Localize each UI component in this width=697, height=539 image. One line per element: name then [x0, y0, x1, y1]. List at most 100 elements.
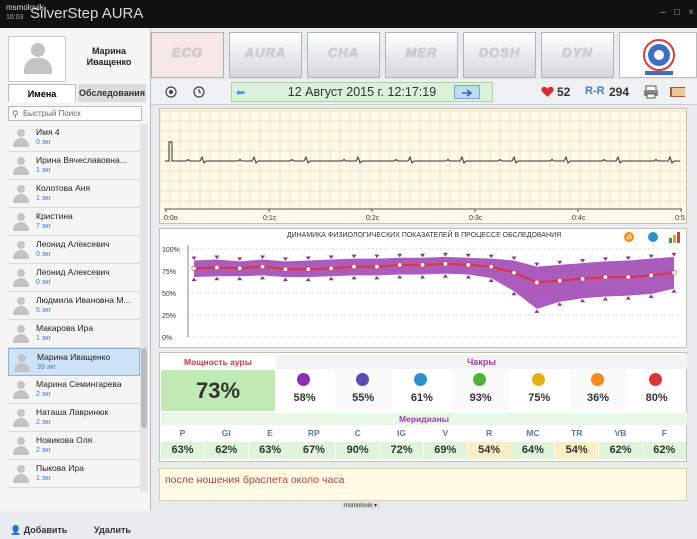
om-icon[interactable]: ॐ: [622, 231, 636, 243]
aura-power-label: Мощность ауры: [184, 357, 252, 367]
delete-button[interactable]: Удалить: [94, 521, 131, 539]
dyn-lower-marker: [625, 296, 631, 300]
title-bar: msmolovik 16:03 SilverStep AURA – □ ×: [0, 0, 697, 28]
dyn-point: [442, 261, 448, 267]
prev-record-arrow-icon[interactable]: ⬅: [236, 86, 245, 99]
maximize-icon[interactable]: □: [672, 8, 682, 18]
patient-avatar-icon: [12, 353, 32, 373]
patient-row[interactable]: Пыкова Ира 1 экг: [8, 460, 140, 488]
toolbar: ⬅ 12 Август 2015 г. 12:17:19 52 R-R 294: [151, 80, 697, 105]
patient-row[interactable]: Леонид Алексевич 0 экг: [8, 264, 140, 292]
dyn-y-tick-label: 100%: [162, 247, 180, 254]
tab-ecg[interactable]: ECG: [151, 32, 224, 78]
meridian-value: 90%: [336, 442, 380, 459]
bar-chart-icon[interactable]: [668, 231, 682, 243]
patient-list-scrollbar[interactable]: [140, 124, 148, 491]
tab-dyn[interactable]: DYN: [541, 32, 614, 78]
chakra-value: 55%: [352, 392, 375, 404]
dyn-upper-marker: [534, 262, 540, 267]
dyn-lower-marker: [488, 278, 494, 283]
add-button[interactable]: 👤 Добавить: [10, 521, 67, 539]
book-icon[interactable]: [669, 85, 687, 99]
dyn-point: [648, 272, 654, 278]
print-icon[interactable]: [643, 85, 659, 99]
dyn-upper-marker: [488, 254, 494, 259]
patient-row[interactable]: Кристина 7 экг: [8, 208, 140, 236]
tab-dosh-label: DOSH: [478, 45, 521, 60]
meridian-name: VB: [614, 428, 627, 438]
meridian-cell: F 62%: [642, 426, 686, 461]
aura-power-box: 73%: [161, 370, 275, 411]
patient-ecg-count: 39 экг: [37, 364, 56, 371]
dyn-lower-marker: [191, 277, 197, 282]
minimize-icon[interactable]: –: [658, 8, 668, 18]
tab-examinations[interactable]: Обследования: [78, 84, 146, 102]
scrollbar-thumb[interactable]: [141, 348, 147, 428]
meridian-value: 54%: [467, 442, 511, 459]
profile-last-name: Иващенко: [86, 57, 132, 67]
dyn-upper-marker: [602, 257, 608, 261]
logo-image: [643, 39, 675, 75]
patient-row[interactable]: Макарова Ира 1 экг: [8, 320, 140, 348]
dyn-upper-marker: [625, 256, 631, 260]
meridian-name: GI: [221, 428, 231, 438]
footer-user-tag[interactable]: msmolovik ▾: [341, 502, 381, 509]
patient-row[interactable]: Новикова Оля 2 экг: [8, 432, 140, 460]
meridian-value: 63%: [161, 442, 204, 459]
patient-row[interactable]: Леонид Алексевич 0 экг: [8, 236, 140, 264]
add-icon: 👤: [10, 525, 22, 535]
dyn-upper-marker: [671, 252, 677, 257]
titlebar-time: 16:03: [6, 14, 24, 21]
dyn-point: [237, 265, 243, 271]
dyn-upper-marker: [420, 253, 426, 258]
patient-row[interactable]: Имя 4 0 экг: [8, 124, 140, 152]
crown-chakra-icon: [649, 373, 663, 386]
record-icon[interactable]: [165, 86, 177, 98]
dyn-upper-marker: [557, 260, 563, 265]
add-label: Добавить: [23, 525, 68, 535]
tab-mer[interactable]: MER: [385, 32, 458, 78]
meridian-name: F: [661, 428, 667, 438]
timer-icon[interactable]: [193, 86, 205, 98]
patient-row[interactable]: Марина Иващенко 39 экг: [8, 348, 140, 376]
solar-chakra-icon: [414, 373, 428, 386]
date-navigator: ⬅ 12 Август 2015 г. 12:17:19: [231, 82, 493, 102]
patient-avatar-icon: [11, 156, 31, 176]
dyn-point: [465, 262, 471, 268]
patient-ecg-count: 1 экг: [36, 475, 52, 482]
meridian-cell: P 63%: [161, 426, 204, 461]
tab-aura[interactable]: AURA: [229, 32, 302, 78]
patient-name: Ирина Вячеславовна...: [36, 155, 127, 165]
dyn-lower-marker: [351, 275, 357, 280]
meridian-value: 63%: [248, 442, 292, 459]
patient-row[interactable]: Наташа Лавринюк 2 экг: [8, 404, 140, 432]
chakra-value: 36%: [586, 392, 610, 404]
patient-row[interactable]: Колотова Аня 1 экг: [8, 180, 140, 208]
profile-first-name: Марина: [91, 46, 127, 56]
tab-dosh[interactable]: DOSH: [463, 32, 536, 78]
dyn-lower-marker: [214, 276, 220, 281]
patient-name: Новикова Оля: [36, 435, 93, 445]
patient-avatar-icon: [11, 436, 31, 456]
info-icon[interactable]: [646, 231, 660, 243]
patient-row[interactable]: Людмила Ивановна М... 5 экг: [8, 292, 140, 320]
tab-names[interactable]: Имена: [8, 84, 76, 102]
ecg-tick-label: 0:4c: [572, 215, 586, 222]
patient-ecg-count: 1 экг: [36, 335, 52, 342]
patient-row[interactable]: Соня: [8, 488, 140, 491]
patient-row[interactable]: Марина Семингарева 2 экг: [8, 376, 140, 404]
dyn-lower-marker: [442, 274, 448, 278]
next-record-button[interactable]: [454, 85, 480, 99]
tab-mer-label: MER: [405, 45, 438, 60]
dyn-lower-marker: [557, 302, 563, 306]
tab-cha[interactable]: CHA: [307, 32, 380, 78]
patient-row[interactable]: Ирина Вячеславовна... 1 экг: [8, 152, 140, 180]
close-icon[interactable]: ×: [686, 8, 696, 18]
search-input[interactable]: ⚲ Быстрый Поиск: [8, 106, 142, 121]
notes-box[interactable]: после ношения браслета около часа: [159, 468, 687, 501]
dynamics-title: ДИНАМИКА ФИЗИОЛОГИЧЕСКИХ ПОКАЗАТЕЛЕЙ В П…: [286, 232, 562, 239]
dyn-point: [602, 274, 608, 280]
dyn-upper-marker: [511, 256, 517, 260]
chakra-cell: 58%: [276, 370, 333, 411]
profile-name: Марина Иващенко: [70, 46, 148, 68]
